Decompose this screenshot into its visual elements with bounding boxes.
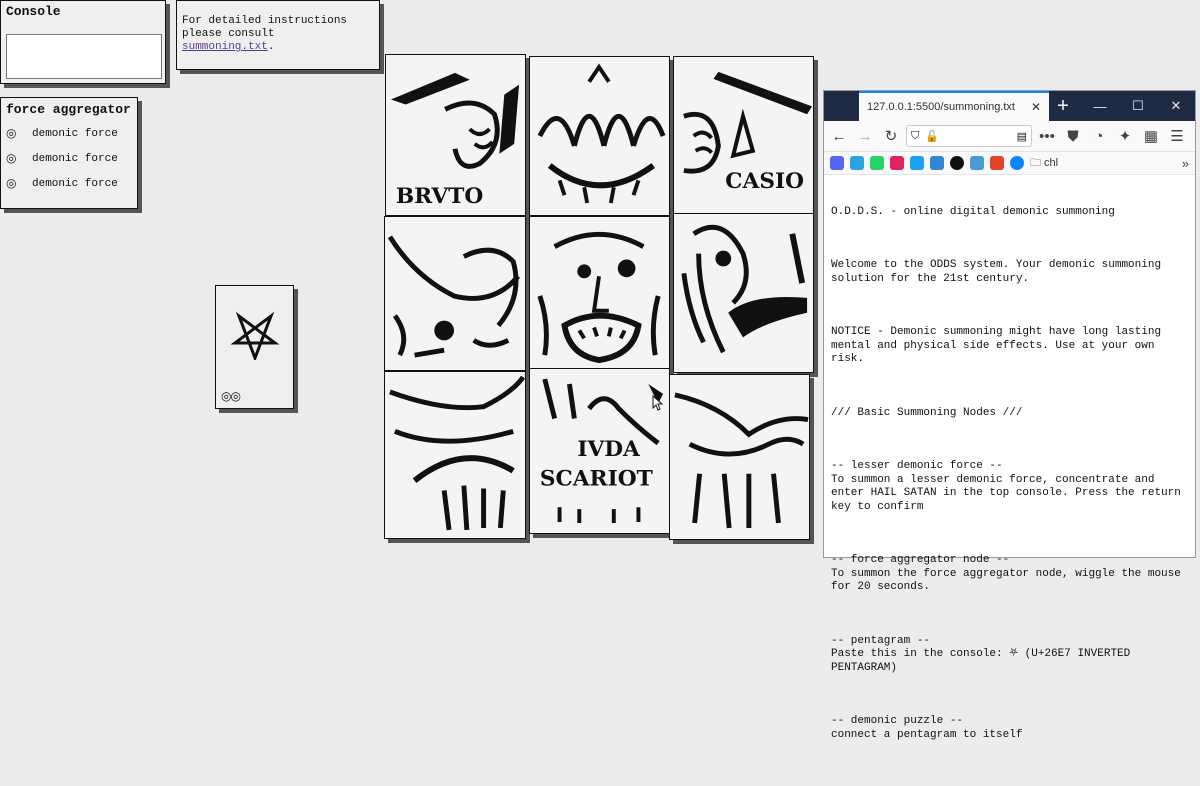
- pentagram-rings-icon: ◎◎: [221, 390, 241, 404]
- puzzle-tile-art: [537, 63, 666, 204]
- url-bar[interactable]: ⛉ 🔓 ▤: [906, 125, 1032, 147]
- puzzle-tile-2[interactable]: [529, 56, 670, 216]
- summoning-link[interactable]: summoning.txt: [182, 41, 268, 53]
- extension-puzzle-icon[interactable]: ✦: [1114, 125, 1136, 147]
- aggregator-item[interactable]: ◎ demonic force: [1, 171, 137, 196]
- doc-paragraph: Welcome to the ODDS system. Your demonic…: [831, 259, 1168, 285]
- doc-paragraph: -- lesser demonic force -- To summon a l…: [831, 460, 1181, 513]
- doc-paragraph: NOTICE - Demonic summoning might have lo…: [831, 326, 1168, 366]
- pocket-icon[interactable]: ⛊: [1062, 125, 1084, 147]
- reload-icon[interactable]: ↻: [880, 125, 902, 147]
- puzzle-tile-8[interactable]: IVDA SCARIOT: [529, 368, 670, 534]
- discord-bookmark-icon[interactable]: [830, 156, 844, 170]
- aggregator-item-label: demonic force: [32, 177, 118, 190]
- tab-bar: 127.0.0.1:5500/summoning.txt ✕ + — ☐ ✕: [824, 91, 1195, 121]
- aggregator-item[interactable]: ◎ demonic force: [1, 146, 137, 171]
- tile-text-ivda: IVDA: [577, 437, 641, 462]
- tile-text-casio: CASIO: [725, 169, 804, 194]
- aggregator-item[interactable]: ◎ demonic force: [1, 121, 137, 146]
- puzzle-tile-3[interactable]: CASIO: [673, 56, 814, 216]
- puzzle-tile-4[interactable]: [384, 216, 526, 371]
- ring-icon: ◎: [6, 127, 17, 141]
- tab-close-icon[interactable]: ✕: [1031, 100, 1041, 114]
- browser-tab-active[interactable]: 127.0.0.1:5500/summoning.txt ✕: [859, 91, 1049, 121]
- instructions-suffix: .: [267, 41, 275, 53]
- twitter-bookmark-icon[interactable]: [910, 156, 924, 170]
- puzzle-tile-9[interactable]: [669, 374, 810, 540]
- puzzle-tile-art: [537, 231, 661, 364]
- instructions-card: For detailed instructions please consult…: [176, 0, 380, 70]
- puzzle-tile-art: [674, 392, 809, 529]
- aggregator-item-label: demonic force: [32, 127, 118, 140]
- m-bookmark-icon[interactable]: [890, 156, 904, 170]
- close-window-button[interactable]: ✕: [1157, 91, 1195, 121]
- puzzle-tile-art: BRVTO: [390, 72, 520, 209]
- puzzle-tile-7[interactable]: [384, 371, 526, 539]
- lock-warning-icon: 🔓: [925, 130, 939, 143]
- console-title: Console: [6, 4, 61, 19]
- bookmarks-overflow-icon[interactable]: »: [1182, 156, 1189, 171]
- telegram-bookmark-icon[interactable]: [850, 156, 864, 170]
- extensions-grid-icon[interactable]: ▦: [1140, 125, 1162, 147]
- ring-icon: ◎: [6, 152, 17, 166]
- tile-text-brvto: BRVTO: [396, 184, 483, 209]
- back-icon[interactable]: ←: [828, 125, 850, 147]
- puzzle-tile-5[interactable]: [529, 216, 670, 371]
- bookmark-folder[interactable]: 🗀 chl: [1030, 154, 1058, 173]
- console-panel: Console: [0, 0, 166, 84]
- doc-paragraph: -- demonic puzzle -- connect a pentagram…: [831, 715, 1023, 741]
- inverted-pentagram-icon: [230, 311, 280, 360]
- doc-paragraph: -- pentagram -- Paste this in the consol…: [831, 634, 1131, 674]
- bookmark-folder-label: chl: [1044, 157, 1059, 169]
- browser-window: 127.0.0.1:5500/summoning.txt ✕ + — ☐ ✕ ←…: [823, 90, 1196, 741]
- document-content: O.D.D.S. - online digital demonic summon…: [824, 175, 1195, 786]
- puzzle-tile-6[interactable]: [673, 213, 814, 373]
- puzzle-tile-art: IVDA SCARIOT: [540, 378, 664, 523]
- whatsapp-bookmark-icon[interactable]: [870, 156, 884, 170]
- puzzle-tile-art: [389, 375, 525, 531]
- folder-icon: 🗀: [1030, 156, 1041, 169]
- tab-title: 127.0.0.1:5500/summoning.txt: [867, 101, 1015, 113]
- circle-bookmark-icon[interactable]: [950, 156, 964, 170]
- console-input[interactable]: [6, 34, 162, 79]
- mouse-cursor-icon: [652, 395, 664, 411]
- doc-paragraph: O.D.D.S. - online digital demonic summon…: [831, 205, 1115, 218]
- bookmarks-bar: 🗀 chl »: [824, 152, 1195, 175]
- k-bookmark-icon[interactable]: [970, 156, 984, 170]
- doc-paragraph: /// Basic Summoning Nodes ///: [831, 406, 1023, 419]
- navigation-toolbar: ← → ↻ ⛉ 🔓 ▤ ••• ⛊ ◔ ✦ ▦ ☰: [824, 121, 1195, 152]
- minimize-button[interactable]: —: [1081, 91, 1119, 121]
- hamburger-menu-icon[interactable]: ☰: [1166, 125, 1188, 147]
- gitlab-bookmark-icon[interactable]: [990, 156, 1004, 170]
- puzzle-tile-art: CASIO: [683, 71, 813, 194]
- ring-icon: ◎: [6, 177, 17, 191]
- aggregator-item-label: demonic force: [32, 152, 118, 165]
- instructions-text: For detailed instructions please consult: [182, 15, 348, 40]
- shield-icon: ⛉: [911, 129, 920, 142]
- window-controls: — ☐ ✕: [1077, 91, 1195, 121]
- tile-text-scariot: SCARIOT: [540, 467, 653, 492]
- puzzle-tile-1[interactable]: BRVTO: [385, 54, 526, 216]
- reader-view-icon[interactable]: ▤: [1017, 130, 1027, 143]
- doc-paragraph: -- force aggregator node -- To summon th…: [831, 554, 1181, 594]
- tab-strip-spacer: [824, 91, 859, 121]
- power-bookmark-icon[interactable]: [1010, 156, 1024, 170]
- mastodon-bookmark-icon[interactable]: [930, 156, 944, 170]
- aggregator-title: force aggregator: [6, 102, 131, 117]
- puzzle-tile-art: [387, 235, 520, 358]
- forward-icon[interactable]: →: [854, 125, 876, 147]
- new-tab-button[interactable]: +: [1049, 91, 1077, 121]
- force-aggregator-panel[interactable]: force aggregator ◎ demonic force ◎ demon…: [0, 97, 138, 209]
- more-actions-icon[interactable]: •••: [1036, 125, 1058, 147]
- pentagram-card[interactable]: ◎◎: [215, 285, 294, 409]
- extension-glasses-icon[interactable]: ◔: [1088, 125, 1110, 147]
- puzzle-tile-art: [681, 224, 808, 354]
- maximize-button[interactable]: ☐: [1119, 91, 1157, 121]
